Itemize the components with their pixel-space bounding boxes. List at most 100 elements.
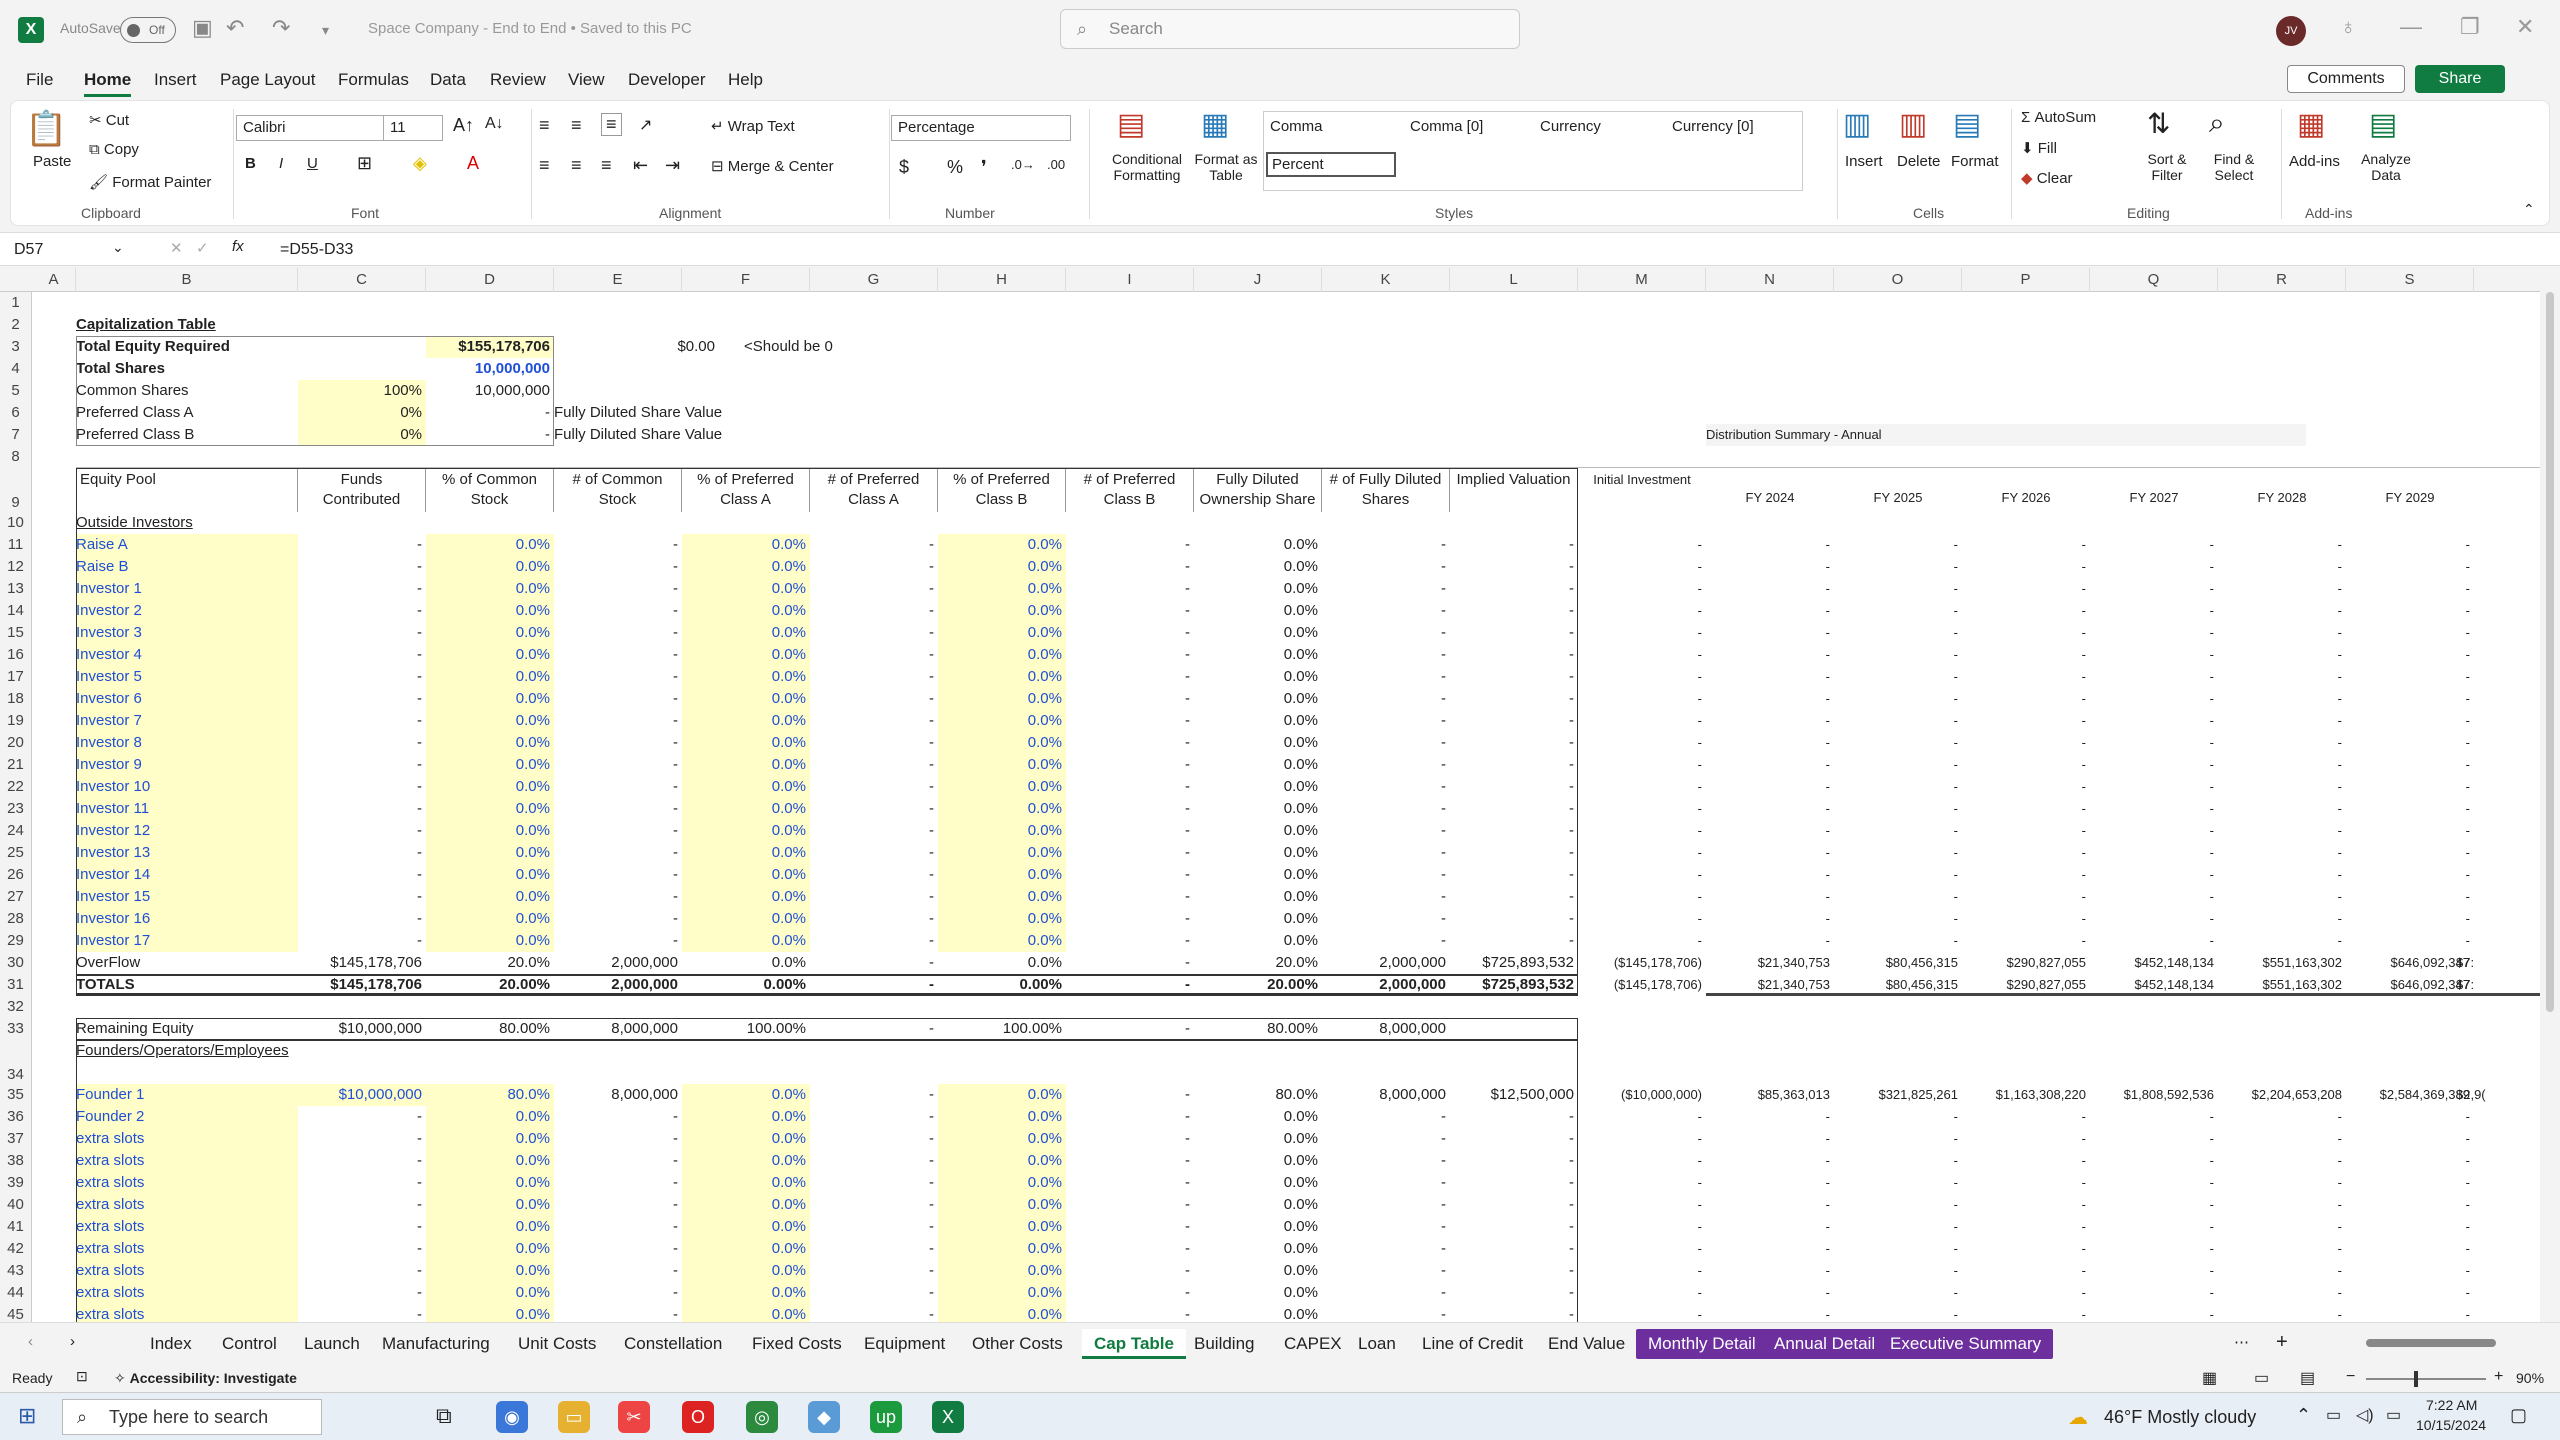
row-header[interactable]: 2 bbox=[0, 314, 32, 336]
windows-start-icon[interactable]: ⊞ bbox=[18, 1403, 36, 1429]
cell[interactable]: - bbox=[2346, 776, 2474, 798]
analyze-data-button[interactable]: Analyze Data bbox=[2351, 151, 2421, 183]
cell[interactable]: - bbox=[2218, 534, 2346, 556]
sheet-tab-building[interactable]: Building bbox=[1182, 1329, 1267, 1359]
cell[interactable]: - bbox=[2346, 1260, 2474, 1282]
zoom-slider-thumb[interactable] bbox=[2414, 1371, 2418, 1387]
cell[interactable]: - bbox=[2346, 1216, 2474, 1238]
cell[interactable]: - bbox=[2218, 1238, 2346, 1260]
align-bottom-icon[interactable]: ≡ bbox=[601, 113, 622, 136]
cell[interactable]: $2,9( bbox=[2456, 1084, 2486, 1106]
column-header-r[interactable]: R bbox=[2218, 268, 2346, 292]
column-header-b[interactable]: B bbox=[76, 268, 298, 292]
column-header-s[interactable]: S bbox=[2346, 268, 2474, 292]
cell[interactable]: - bbox=[1578, 688, 1706, 710]
cell[interactable]: - bbox=[2346, 1172, 2474, 1194]
copilot-icon[interactable]: ◉ bbox=[496, 1401, 528, 1433]
cell[interactable]: - bbox=[2090, 1282, 2218, 1304]
cell[interactable]: - bbox=[2346, 908, 2474, 930]
cell[interactable]: $0.00 bbox=[554, 336, 719, 358]
row-header[interactable]: 23 bbox=[0, 798, 32, 820]
style-comma[interactable]: Comma bbox=[1270, 118, 1323, 135]
cell[interactable]: - bbox=[2090, 908, 2218, 930]
cell[interactable]: - bbox=[2218, 1282, 2346, 1304]
clock-time[interactable]: 7:22 AM bbox=[2426, 1397, 2477, 1413]
cell[interactable]: - bbox=[1578, 930, 1706, 952]
row-header[interactable]: 29 bbox=[0, 930, 32, 952]
cell[interactable]: - bbox=[1706, 666, 1834, 688]
column-header-j[interactable]: J bbox=[1194, 268, 1322, 292]
cell[interactable]: - bbox=[1706, 908, 1834, 930]
lightbulb-icon[interactable]: ♁ bbox=[2340, 14, 2357, 40]
cell[interactable]: - bbox=[1962, 1216, 2090, 1238]
autosave-toggle[interactable]: Off bbox=[120, 17, 176, 43]
style-comma-0[interactable]: Comma [0] bbox=[1410, 118, 1483, 135]
row-header[interactable]: 45 bbox=[0, 1304, 32, 1322]
cell[interactable]: - bbox=[2346, 578, 2474, 600]
cell[interactable]: - bbox=[1834, 622, 1962, 644]
fy-header[interactable]: FY 2028 bbox=[2218, 468, 2346, 512]
cell[interactable]: - bbox=[1834, 534, 1962, 556]
excel-taskbar-icon[interactable]: X bbox=[932, 1401, 964, 1433]
cell[interactable]: - bbox=[1706, 644, 1834, 666]
cell[interactable]: - bbox=[1706, 1106, 1834, 1128]
redo-icon[interactable]: ↷ bbox=[272, 15, 290, 41]
cell[interactable]: - bbox=[2346, 754, 2474, 776]
cell[interactable]: - bbox=[1706, 556, 1834, 578]
cell[interactable]: - bbox=[2090, 644, 2218, 666]
cell[interactable]: - bbox=[1962, 1106, 2090, 1128]
zoom-in-icon[interactable]: + bbox=[2494, 1368, 2503, 1386]
row-header[interactable]: 10 bbox=[0, 512, 32, 534]
enter-icon[interactable]: ✓ bbox=[196, 239, 209, 257]
normal-view-icon[interactable]: ▦ bbox=[2202, 1368, 2217, 1388]
accessibility-status[interactable]: ✧ Accessibility: Investigate bbox=[114, 1370, 297, 1387]
fy-header[interactable]: FY 2024 bbox=[1706, 468, 1834, 512]
column-header-m[interactable]: M bbox=[1578, 268, 1706, 292]
volume-icon[interactable]: ◁) bbox=[2356, 1405, 2374, 1425]
cell[interactable]: - bbox=[1706, 622, 1834, 644]
cell[interactable]: - bbox=[1578, 732, 1706, 754]
sheet-tab-loan[interactable]: Loan bbox=[1346, 1329, 1408, 1359]
cell[interactable]: - bbox=[1834, 908, 1962, 930]
cell[interactable]: - bbox=[1578, 864, 1706, 886]
cancel-icon[interactable]: ✕ bbox=[170, 239, 183, 257]
cell[interactable]: - bbox=[2090, 1194, 2218, 1216]
sheet-tab-capex[interactable]: CAPEX bbox=[1272, 1329, 1354, 1359]
cell[interactable]: - bbox=[1578, 820, 1706, 842]
cell[interactable]: - bbox=[2218, 864, 2346, 886]
zoom-out-icon[interactable]: − bbox=[2346, 1368, 2355, 1386]
cell[interactable]: - bbox=[1578, 644, 1706, 666]
insert-function-icon[interactable]: fx bbox=[232, 238, 244, 255]
cell[interactable]: - bbox=[2218, 1106, 2346, 1128]
row-header[interactable]: 27 bbox=[0, 886, 32, 908]
row-header[interactable]: 7 bbox=[0, 424, 32, 446]
cell[interactable]: - bbox=[1578, 886, 1706, 908]
cell[interactable]: - bbox=[1578, 776, 1706, 798]
row-header[interactable]: 12 bbox=[0, 556, 32, 578]
cell[interactable]: - bbox=[1834, 1282, 1962, 1304]
cell[interactable]: - bbox=[2090, 820, 2218, 842]
cell[interactable]: - bbox=[1706, 754, 1834, 776]
cell[interactable]: - bbox=[2346, 688, 2474, 710]
cell[interactable]: - bbox=[1962, 1282, 2090, 1304]
cell[interactable]: - bbox=[1962, 1238, 2090, 1260]
page-break-view-icon[interactable]: ▤ bbox=[2300, 1368, 2315, 1388]
cell[interactable]: - bbox=[2346, 1238, 2474, 1260]
row-header[interactable]: 8 bbox=[0, 446, 32, 468]
cell[interactable]: - bbox=[1834, 798, 1962, 820]
cell[interactable]: - bbox=[2218, 842, 2346, 864]
cell[interactable]: - bbox=[2346, 1194, 2474, 1216]
cell[interactable]: - bbox=[1962, 864, 2090, 886]
column-header-e[interactable]: E bbox=[554, 268, 682, 292]
cell[interactable]: - bbox=[2346, 644, 2474, 666]
row-header[interactable]: 43 bbox=[0, 1260, 32, 1282]
cell[interactable]: - bbox=[1962, 556, 2090, 578]
cell[interactable]: - bbox=[1834, 1128, 1962, 1150]
cell[interactable]: - bbox=[2090, 710, 2218, 732]
cell[interactable]: - bbox=[1962, 798, 2090, 820]
align-middle-icon[interactable]: ≡ bbox=[571, 115, 582, 136]
cell[interactable]: - bbox=[2218, 1128, 2346, 1150]
insert-button[interactable]: Insert bbox=[1845, 153, 1883, 170]
sheet-tab-equipment[interactable]: Equipment bbox=[852, 1329, 957, 1359]
addins-icon[interactable]: ▦ bbox=[2297, 107, 2325, 142]
